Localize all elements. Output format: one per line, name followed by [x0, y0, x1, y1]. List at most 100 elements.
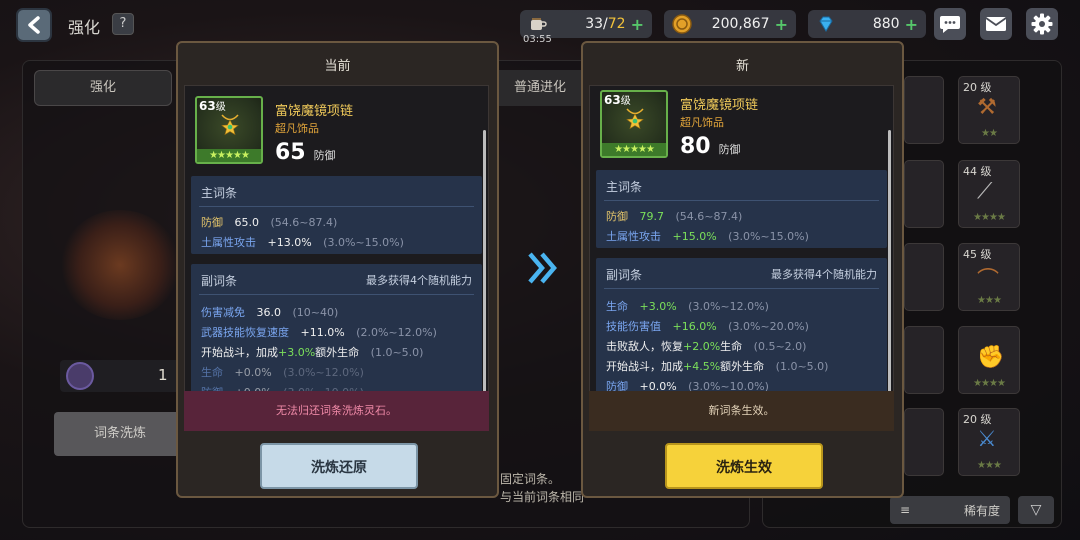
gem-counter: 880 + [808, 10, 926, 38]
slot-level: 45 级 [963, 248, 992, 261]
hero-portrait [60, 210, 180, 320]
inventory-slot[interactable] [904, 160, 944, 228]
sub-stats-heading: 副词条 [201, 274, 238, 288]
add-gem-button[interactable]: + [905, 15, 918, 34]
necklace-icon [626, 108, 644, 130]
info-banner: 新词条生效。 [589, 391, 894, 431]
slot-stars: ★★★★ [973, 378, 1006, 389]
divider [604, 200, 879, 201]
settings-button[interactable] [1026, 8, 1058, 40]
slot-level: 20 级 [963, 81, 992, 94]
item-level: 63级 [199, 99, 226, 113]
inventory-slot[interactable]: 44 级 ⟋ ★★★★ [958, 160, 1020, 228]
list-icon: ≡ [900, 503, 911, 517]
stat-row: 防御 65.0 (54.6~87.4) [201, 216, 338, 229]
restore-button[interactable]: 洗炼还原 [260, 443, 418, 489]
stat-row: 击败敌人，恢复+2.0%生命 (0.5~2.0) [606, 340, 807, 353]
help-button[interactable]: ? [112, 13, 134, 35]
chat-bubble-icon [940, 16, 960, 33]
scrollbar[interactable] [483, 130, 486, 410]
slot-level: 44 级 [963, 165, 992, 178]
current-title: 当前 [324, 59, 351, 74]
add-stamina-button[interactable]: + [631, 15, 644, 34]
sub-stats-hint: 最多获得4个随机能力 [771, 268, 877, 281]
mail-button[interactable] [980, 8, 1012, 40]
main-stats-box: 主词条 防御 65.0 (54.6~87.4) 土属性攻击 +13.0% (3.… [191, 176, 482, 254]
inventory-slot[interactable] [904, 408, 944, 476]
chat-button[interactable] [934, 8, 966, 40]
sort-dropdown[interactable]: ≡ 稀有度 [890, 496, 1010, 524]
stamina-current: 33 [585, 16, 604, 32]
item-power: 65 防御 [275, 140, 336, 165]
stat-row: 开始战斗，加成+4.5%额外生命 (1.0~5.0) [606, 360, 829, 373]
main-stats-heading: 主词条 [606, 180, 643, 194]
tab-enhance[interactable]: 强化 [34, 70, 172, 106]
chevron-left-icon [28, 16, 40, 34]
stat-row: 武器技能恢复速度 +11.0% (2.0%~12.0%) [201, 326, 437, 339]
fixed-note: 固定词条。 [500, 472, 561, 486]
slot-stars: ★★★ [977, 295, 1002, 306]
current-scroll-area[interactable]: 63级 ★★★★★ 富饶魔镜项链 超凡饰品 65 防御 主词条 防御 65.0 (… [184, 85, 489, 429]
filter-button[interactable]: ▽ [1018, 496, 1054, 524]
necklace-icon [221, 114, 239, 136]
stat-row: 土属性攻击 +15.0% (3.0%~15.0%) [606, 230, 809, 243]
scrollbar[interactable] [888, 130, 891, 410]
item-rarity: 超凡饰品 [680, 116, 724, 129]
stat-row: 技能伤害值 +16.0% (3.0%~20.0%) [606, 320, 809, 333]
inventory-slot[interactable]: 45 级 ⌒ ★★★ [958, 243, 1020, 311]
item-icon: 63级 ★★★★★ [195, 96, 263, 164]
item-name: 富饶魔镜项链 [275, 104, 354, 119]
slot-stars: ★★★ [977, 460, 1002, 471]
inventory-slot[interactable] [904, 76, 944, 144]
item-icon: 63级 ★★★★★ [600, 90, 668, 158]
stat-row: 生命 +0.0% (3.0%~12.0%) [201, 366, 364, 379]
diamond-icon [819, 16, 833, 32]
double-chevron-right-icon [528, 252, 557, 284]
slot-stars: ★★ [981, 128, 998, 139]
coffee-cup-icon [531, 18, 547, 30]
inventory-slot[interactable]: 20 级 ⚔ ★★★ [958, 408, 1020, 476]
tab-evolve[interactable]: 普通进化 [498, 70, 582, 106]
sort-label: 稀有度 [963, 503, 1000, 518]
sub-stats-heading: 副词条 [606, 268, 643, 282]
back-button[interactable] [16, 8, 52, 42]
inventory-slot[interactable]: 20 级 ⚒ ★★ [958, 76, 1020, 144]
apply-button[interactable]: 洗炼生效 [665, 443, 823, 489]
item-power: 80 防御 [680, 134, 741, 159]
reroll-stone-icon [66, 362, 94, 390]
new-stats-panel: 新 63级 ★★★★★ 富饶魔镜项链 超凡饰品 80 防御 主词条 防御 79.7… [581, 41, 904, 498]
inventory-slot[interactable]: ✊ ★★★★ [958, 326, 1020, 394]
stat-row: 防御 79.7 (54.6~87.4) [606, 210, 743, 223]
current-stats-panel: 当前 63级 ★★★★★ 富饶魔镜项链 超凡饰品 65 防御 主词条 防御 65.… [176, 41, 499, 498]
same-note: 与当前词条相同 [500, 490, 585, 504]
sword-icon: ⚔ [977, 427, 997, 452]
warning-banner: 无法归还词条洗炼灵石。 [184, 391, 489, 431]
stat-row: 土属性攻击 +13.0% (3.0%~15.0%) [201, 236, 404, 249]
item-stars: ★★★★★ [197, 149, 261, 162]
item-name: 富饶魔镜项链 [680, 98, 759, 113]
hammer-icon: ⚒ [977, 95, 997, 120]
add-gold-button[interactable]: + [775, 15, 788, 34]
item-level: 63级 [604, 93, 631, 107]
inventory-slot[interactable] [904, 326, 944, 394]
divider [604, 288, 879, 289]
stat-row: 伤害减免 36.0 (10~40) [201, 306, 339, 319]
inventory-slot[interactable] [904, 243, 944, 311]
drill-icon: ⟋ [977, 179, 993, 204]
new-scroll-area[interactable]: 63级 ★★★★★ 富饶魔镜项链 超凡饰品 80 防御 主词条 防御 79.7 (… [589, 85, 894, 429]
stamina-timer: 03:55 [523, 34, 552, 45]
mail-icon [985, 17, 1007, 31]
stat-row: 生命 +3.0% (3.0%~12.0%) [606, 300, 769, 313]
bow-icon: ⌒ [977, 268, 1000, 293]
item-rarity: 超凡饰品 [275, 122, 319, 135]
gauntlet-icon: ✊ [977, 345, 1005, 370]
new-title: 新 [735, 59, 749, 74]
page-title: 强化 [68, 18, 101, 37]
gold-counter: 200,867 + [664, 10, 796, 38]
slot-level: 20 级 [963, 413, 992, 426]
item-stars: ★★★★★ [602, 143, 666, 156]
sub-stats-hint: 最多获得4个随机能力 [366, 274, 472, 287]
reroll-button[interactable]: 词条洗炼 [54, 412, 186, 456]
material-count: 1 [158, 366, 168, 384]
main-stats-box: 主词条 防御 79.7 (54.6~87.4) 土属性攻击 +15.0% (3.… [596, 170, 887, 248]
